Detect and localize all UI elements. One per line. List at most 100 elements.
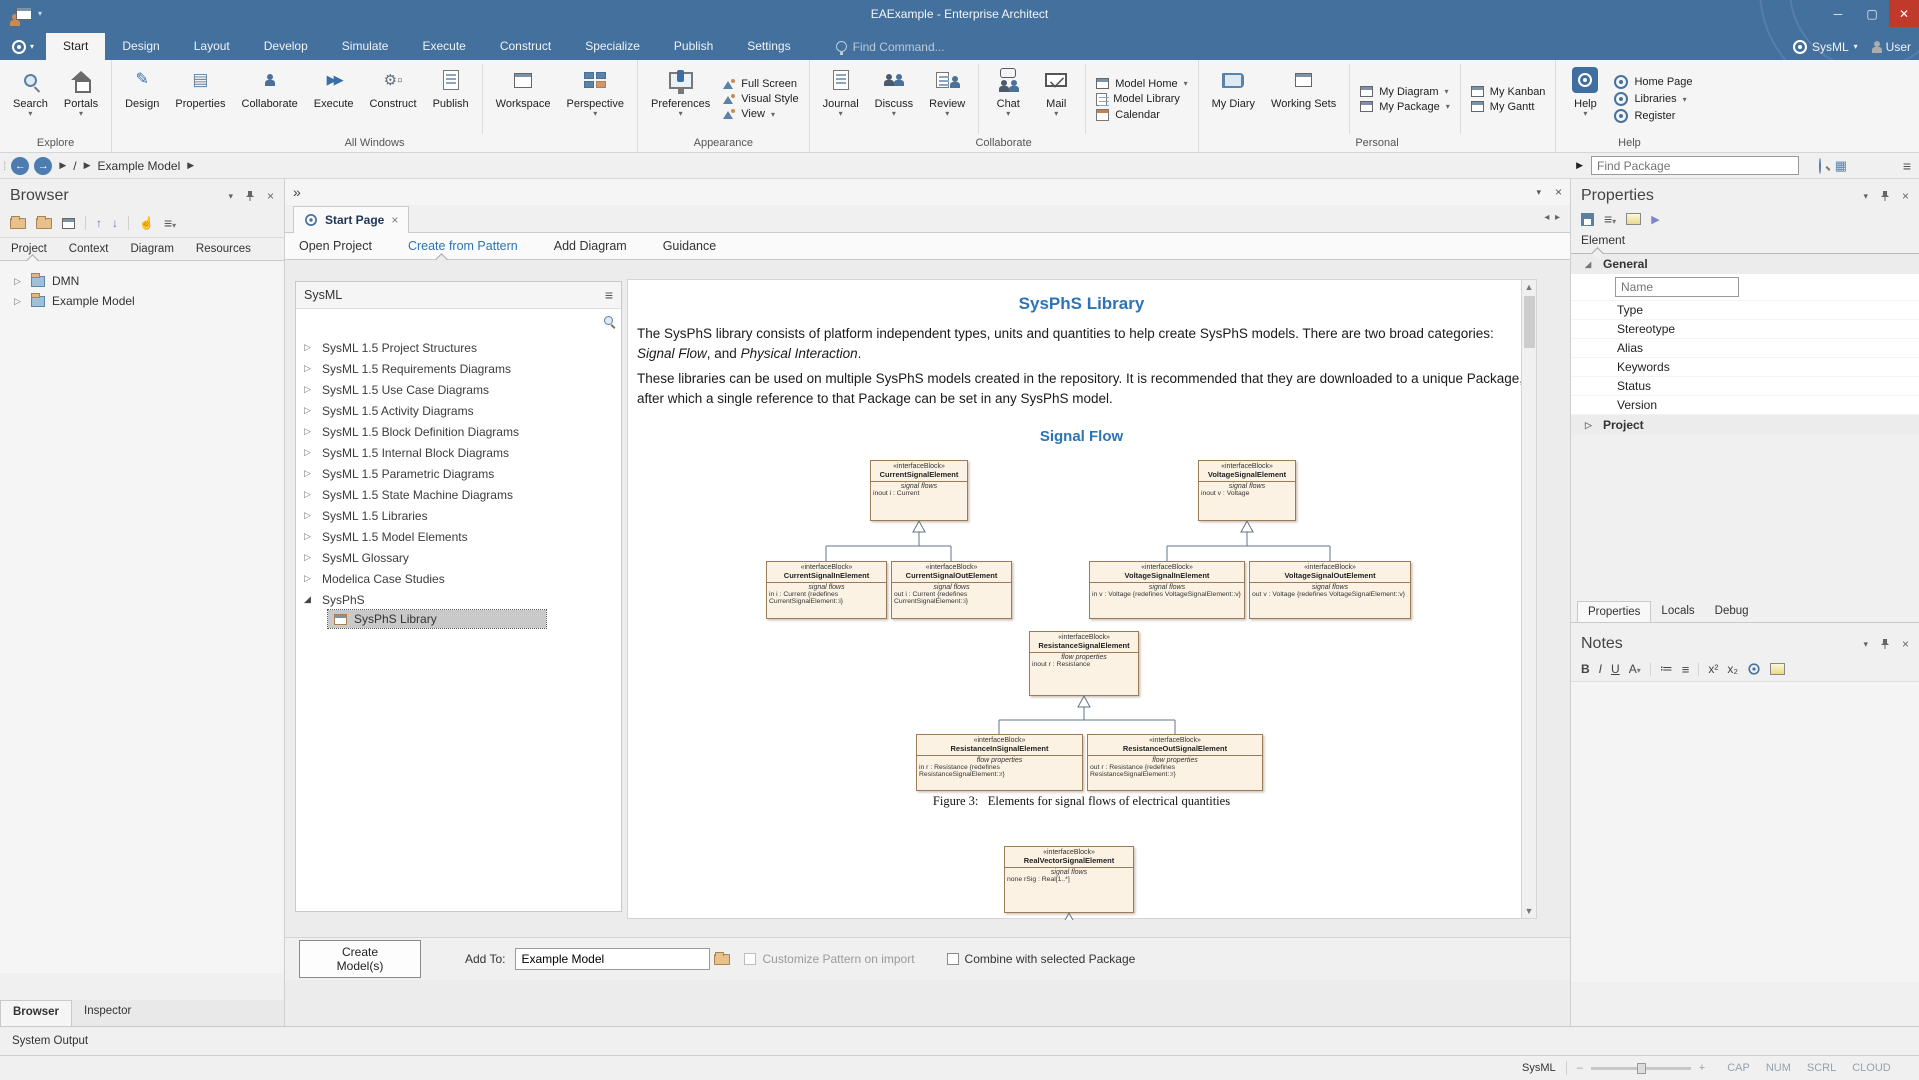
full-screen-button[interactable]: Full Screen: [723, 78, 798, 90]
panel-menu-icon[interactable]: ▾: [1863, 191, 1868, 202]
tab-specialize[interactable]: Specialize: [568, 33, 657, 60]
pattern-item[interactable]: ▷SysML 1.5 Block Definition Diagrams: [296, 421, 621, 442]
package-browser-button[interactable]: ▦: [1835, 158, 1847, 174]
tab-start[interactable]: Start: [46, 33, 105, 60]
window-menu-icon[interactable]: ▾: [1536, 187, 1541, 198]
execute-button[interactable]: ▶▶Execute: [307, 62, 361, 136]
tree-item-dmn[interactable]: ▷DMN: [0, 271, 284, 291]
breadcrumb-arrow-icon[interactable]: ▶: [59, 160, 66, 171]
scroll-up-icon[interactable]: ▲: [1525, 282, 1534, 292]
zoom-in-button[interactable]: +: [1699, 1062, 1705, 1074]
combine-package-checkbox[interactable]: Combine with selected Package: [947, 952, 1136, 966]
forward-button[interactable]: →: [34, 157, 52, 175]
tab-debug[interactable]: Debug: [1705, 601, 1759, 622]
collaborate-button[interactable]: Collaborate: [235, 62, 305, 136]
block-real-vector-signal-element[interactable]: «interfaceBlock»RealVectorSignalElement …: [1004, 846, 1134, 913]
new-diagram-icon[interactable]: [62, 218, 75, 229]
pattern-item[interactable]: ▷SysML 1.5 Model Elements: [296, 526, 621, 547]
hamburger-menu-icon[interactable]: ≡▾: [1604, 211, 1616, 227]
close-panel-icon[interactable]: ×: [1902, 637, 1909, 651]
zoom-out-button[interactable]: –: [1577, 1062, 1583, 1074]
pin-icon[interactable]: [245, 190, 255, 202]
zoom-slider-thumb[interactable]: [1637, 1063, 1646, 1074]
tree-item-example-model[interactable]: ▷Example Model: [0, 291, 284, 311]
preferences-button[interactable]: Preferences▾: [644, 62, 717, 136]
collapse-arrow-icon[interactable]: ◢: [304, 594, 314, 605]
pattern-item[interactable]: ▷Modelica Case Studies: [296, 568, 621, 589]
tab-execute[interactable]: Execute: [405, 33, 482, 60]
element-tab[interactable]: Element: [1571, 233, 1919, 254]
pattern-menu-icon[interactable]: ≡: [605, 287, 613, 303]
underline-icon[interactable]: U: [1611, 662, 1620, 676]
hamburger-menu-icon[interactable]: ≡▾: [164, 215, 176, 231]
minimize-button[interactable]: ─: [1821, 0, 1855, 27]
numbered-list-icon[interactable]: ≡: [1682, 662, 1690, 677]
close-button[interactable]: ✕: [1889, 0, 1919, 27]
panel-menu-icon[interactable]: ▾: [1863, 639, 1868, 650]
expand-arrow-icon[interactable]: ▷: [14, 296, 24, 307]
tab-layout[interactable]: Layout: [177, 33, 247, 60]
pattern-item[interactable]: ▷SysML 1.5 Libraries: [296, 505, 621, 526]
model-library-button[interactable]: Model Library: [1096, 93, 1187, 106]
forward-arrow-icon[interactable]: ▶: [1651, 213, 1659, 226]
drag-handle[interactable]: ⁞: [3, 159, 6, 173]
libraries-button[interactable]: Libraries▾: [1614, 92, 1692, 106]
menu-icon[interactable]: ≡: [1903, 158, 1911, 174]
breadcrumb-arrow-icon[interactable]: ▶: [187, 160, 194, 171]
visual-style-button[interactable]: Visual Style: [723, 93, 798, 105]
tab-resources[interactable]: Resources: [185, 238, 262, 260]
pattern-item[interactable]: ▷SysML Glossary: [296, 547, 621, 568]
superscript-icon[interactable]: x²: [1708, 662, 1718, 676]
block-voltage-signal-element[interactable]: «interfaceBlock»VoltageSignalElement sig…: [1198, 460, 1296, 521]
pattern-item[interactable]: ▷SysML 1.5 Parametric Diagrams: [296, 463, 621, 484]
block-voltage-signal-in-element[interactable]: «interfaceBlock»VoltageSignalInElement s…: [1089, 561, 1245, 619]
link-add-diagram[interactable]: Add Diagram: [554, 239, 627, 253]
add-to-input[interactable]: [515, 948, 710, 970]
font-color-icon[interactable]: A▾: [1629, 662, 1641, 676]
bullet-list-icon[interactable]: ≔: [1660, 661, 1673, 677]
tab-design[interactable]: Design: [105, 33, 176, 60]
zoom-slider[interactable]: [1591, 1067, 1691, 1070]
breadcrumb-arrow-icon[interactable]: ▶: [84, 160, 91, 171]
property-row-type[interactable]: Type: [1571, 301, 1919, 320]
breadcrumb-root[interactable]: /: [73, 159, 76, 173]
block-resistance-signal-element[interactable]: «interfaceBlock»ResistanceSignalElement …: [1029, 631, 1139, 696]
bold-icon[interactable]: B: [1581, 662, 1590, 676]
save-icon[interactable]: [1581, 213, 1594, 226]
tab-browser[interactable]: Browser: [0, 1000, 72, 1026]
block-current-signal-in-element[interactable]: «interfaceBlock»CurrentSignalInElement s…: [766, 561, 887, 619]
pattern-item-sysphs[interactable]: ◢SysPhS: [296, 589, 621, 610]
appearance-icon[interactable]: [1626, 213, 1641, 225]
block-current-signal-out-element[interactable]: «interfaceBlock»CurrentSignalOutElement …: [891, 561, 1012, 619]
tab-context[interactable]: Context: [58, 238, 120, 260]
pointer-icon[interactable]: ☝: [139, 216, 154, 230]
chat-button[interactable]: Chat▾: [985, 62, 1031, 136]
pin-icon[interactable]: [1880, 638, 1890, 650]
tab-simulate[interactable]: Simulate: [325, 33, 406, 60]
find-package-search-button[interactable]: [1819, 159, 1821, 173]
app-menu-button[interactable]: ▾: [0, 33, 46, 60]
pattern-item[interactable]: ▷SysML 1.5 Activity Diagrams: [296, 400, 621, 421]
link-open-project[interactable]: Open Project: [299, 239, 372, 253]
design-button[interactable]: ✎Design: [118, 62, 166, 136]
home-page-button[interactable]: Home Page: [1614, 75, 1692, 89]
new-package-icon[interactable]: [10, 218, 26, 229]
my-package-button[interactable]: My Package▾: [1360, 101, 1450, 113]
notes-editor[interactable]: [1571, 682, 1919, 982]
italic-icon[interactable]: I: [1599, 662, 1602, 676]
browse-folder-icon[interactable]: [714, 954, 730, 965]
link-create-from-pattern[interactable]: Create from Pattern: [408, 239, 518, 253]
my-diary-button[interactable]: My Diary: [1205, 62, 1262, 136]
scroll-down-icon[interactable]: ▼: [1525, 906, 1534, 916]
discuss-button[interactable]: Discuss▾: [868, 62, 921, 136]
tab-locals[interactable]: Locals: [1651, 601, 1704, 622]
tab-inspector[interactable]: Inspector: [72, 1000, 143, 1026]
panel-menu-icon[interactable]: ▾: [228, 191, 233, 202]
pin-icon[interactable]: [1880, 190, 1890, 202]
move-down-icon[interactable]: ↓: [112, 216, 118, 230]
property-row-stereotype[interactable]: Stereotype: [1571, 320, 1919, 339]
tab-develop[interactable]: Develop: [247, 33, 325, 60]
maximize-button[interactable]: ▢: [1855, 0, 1889, 27]
hyperlink-globe-icon[interactable]: [1748, 663, 1759, 674]
page-scrollbar[interactable]: ▲ ▼: [1521, 279, 1537, 919]
